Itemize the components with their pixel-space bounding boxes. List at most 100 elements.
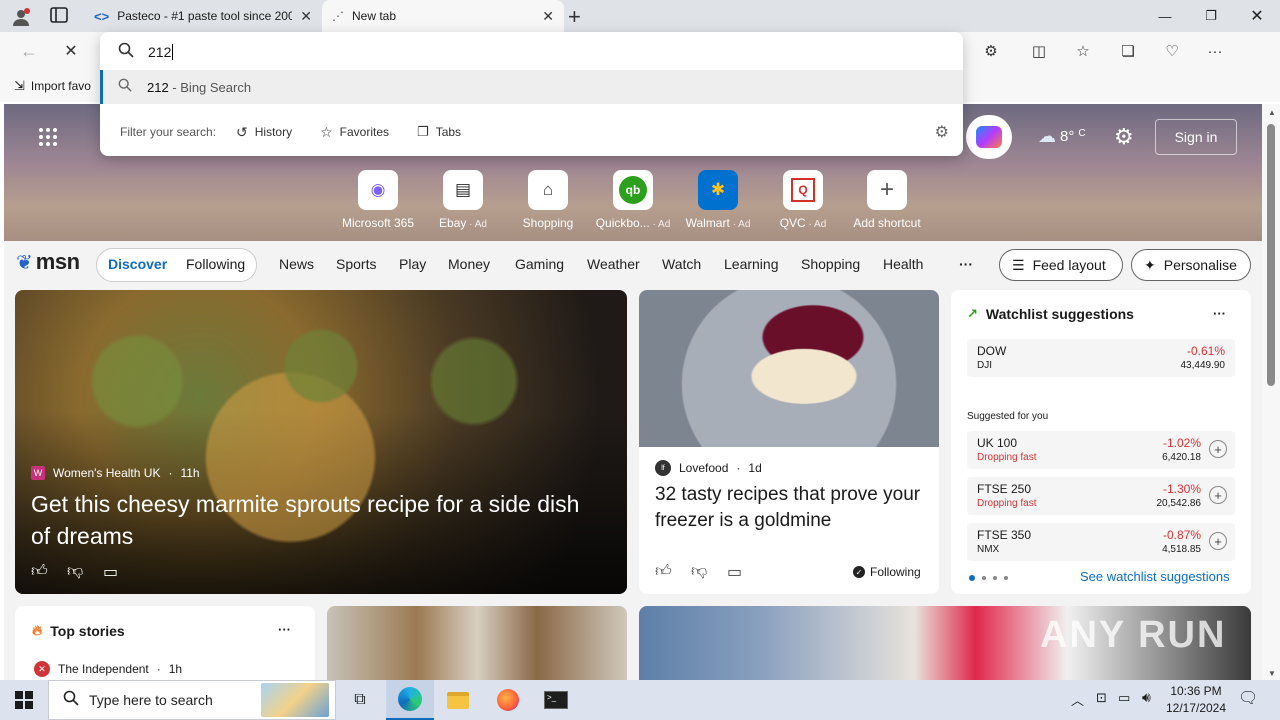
nav-shopping[interactable]: Shopping bbox=[801, 256, 860, 272]
volume-icon[interactable]: 🔊︎ bbox=[1142, 689, 1151, 706]
shortcut-add[interactable]: + Add shortcut bbox=[847, 170, 927, 230]
tab-actions-icon[interactable] bbox=[50, 7, 70, 25]
shortcut-microsoft-365[interactable]: ◉ Microsoft 365 bbox=[338, 170, 418, 230]
split-screen-icon[interactable]: ◫ bbox=[1024, 36, 1054, 66]
taskbar-search-box[interactable]: Type here to search bbox=[48, 680, 336, 720]
following-badge[interactable]: ✓ Following bbox=[853, 565, 921, 579]
top-stories-more-icon[interactable]: ··· bbox=[278, 622, 291, 637]
network-icon[interactable]: ⊡ bbox=[1096, 690, 1107, 706]
watchlist-more-icon[interactable]: ··· bbox=[1213, 306, 1226, 321]
close-tab-icon[interactable]: ✕ bbox=[542, 8, 554, 25]
task-view-icon[interactable]: ⧉ bbox=[336, 680, 384, 720]
see-watchlist-link[interactable]: See watchlist suggestions bbox=[1080, 569, 1230, 584]
tab-discover[interactable]: Discover bbox=[108, 256, 167, 272]
personalise-button[interactable]: ✦ Personalise bbox=[1131, 249, 1251, 281]
second-article-card[interactable]: lf Lovefood · 1d 32 tasty recipes that p… bbox=[639, 290, 939, 594]
start-button[interactable] bbox=[0, 680, 48, 720]
browser-essentials-icon[interactable]: ♡ bbox=[1157, 36, 1187, 66]
address-input[interactable]: 212 bbox=[148, 41, 928, 63]
restore-icon[interactable]: ❐ bbox=[1188, 0, 1234, 32]
page-settings-icon[interactable]: ⚙ bbox=[1114, 124, 1134, 150]
dislike-icon[interactable]: 👎︎ bbox=[67, 562, 83, 581]
shortcut-walmart[interactable]: ✱ Walmart · Ad bbox=[678, 170, 758, 230]
notifications-icon[interactable]: 🗨︎ bbox=[1238, 688, 1258, 708]
carousel-dots[interactable] bbox=[969, 575, 1008, 581]
nav-health[interactable]: Health bbox=[883, 256, 923, 272]
filter-history[interactable]: ↺ History bbox=[236, 124, 292, 141]
stop-icon[interactable]: ✕ bbox=[56, 36, 86, 66]
suggestion-search-icon bbox=[118, 78, 132, 97]
edge-taskbar-icon[interactable] bbox=[386, 680, 434, 720]
tab-new-tab[interactable]: ⋰ New tab ✕ bbox=[322, 0, 564, 32]
add-to-watchlist-icon[interactable]: + bbox=[1209, 532, 1227, 550]
shortcut-quickbooks[interactable]: qb Quickbo... · Ad bbox=[593, 170, 673, 230]
new-tab-icon[interactable]: + bbox=[568, 4, 581, 30]
extensions-icon[interactable]: ⚙ bbox=[976, 36, 1006, 66]
tab-pasteco[interactable]: <> Pasteco - #1 paste tool since 200 ✕ bbox=[84, 0, 322, 32]
msn-logo-text: msn bbox=[35, 249, 80, 274]
watchlist-row-ftse250[interactable]: FTSE 250 Dropping fast -1.30% 20,542.86 … bbox=[967, 477, 1235, 515]
nav-money[interactable]: Money bbox=[448, 256, 490, 272]
watchlist-row-dow[interactable]: DOW DJI -0.61% 43,449.90 bbox=[967, 339, 1235, 377]
main-article-title[interactable]: Get this cheesy marmite sprouts recipe f… bbox=[31, 488, 601, 552]
source-name: Women's Health UK bbox=[53, 466, 161, 480]
close-tab-icon[interactable]: ✕ bbox=[300, 8, 312, 25]
filter-tabs[interactable]: ❐ Tabs bbox=[417, 124, 461, 140]
page-scrollbar[interactable]: ▲ ▼ bbox=[1262, 104, 1280, 680]
nav-more-icon[interactable]: ··· bbox=[959, 256, 973, 272]
tabs-icon: ❐ bbox=[417, 124, 429, 139]
filter-favorites[interactable]: ☆ Favorites bbox=[320, 124, 389, 141]
apps-launcher-icon[interactable] bbox=[38, 127, 58, 147]
shortcut-ebay[interactable]: ▤ Ebay · Ad bbox=[423, 170, 503, 230]
collections-icon[interactable]: ❏ bbox=[1113, 36, 1143, 66]
sign-in-button[interactable]: Sign in bbox=[1155, 119, 1237, 155]
feed-layout-button[interactable]: ☰ Feed layout bbox=[999, 249, 1123, 281]
nav-gaming[interactable]: Gaming bbox=[515, 256, 564, 272]
shortcut-qvc[interactable]: Q QVC · Ad bbox=[763, 170, 843, 230]
suggestion-row[interactable]: 212 - Bing Search bbox=[100, 70, 963, 104]
msn-logo[interactable]: ❦ msn bbox=[16, 249, 80, 275]
terminal-icon[interactable]: >_ bbox=[532, 680, 580, 720]
nav-weather[interactable]: Weather bbox=[587, 256, 640, 272]
second-article-title[interactable]: 32 tasty recipes that prove your freezer… bbox=[655, 482, 925, 534]
comment-icon[interactable]: ▭ bbox=[727, 562, 742, 582]
dislike-icon[interactable]: 👎︎ bbox=[691, 562, 707, 581]
show-hidden-icons[interactable]: ︿ bbox=[1071, 690, 1084, 709]
add-to-watchlist-icon[interactable]: + bbox=[1209, 440, 1227, 458]
like-icon[interactable]: 👍︎ bbox=[31, 562, 48, 581]
firefox-icon[interactable] bbox=[484, 680, 532, 720]
watchlist-title: Watchlist suggestions bbox=[985, 306, 1134, 322]
nav-news[interactable]: News bbox=[279, 256, 314, 272]
watchlist-row-uk100[interactable]: UK 100 Dropping fast -1.02% 6,420.18 + bbox=[967, 431, 1235, 469]
settings-more-icon[interactable]: ··· bbox=[1200, 36, 1230, 66]
close-window-icon[interactable]: ✕ bbox=[1234, 0, 1280, 32]
main-article-card[interactable]: W Women's Health UK · 11h Get this chees… bbox=[15, 290, 627, 594]
pasteco-favicon-icon: <> bbox=[94, 8, 110, 24]
scrollbar-thumb[interactable] bbox=[1267, 124, 1275, 386]
ticker-value: 43,449.90 bbox=[1180, 360, 1226, 371]
like-icon[interactable]: 👍︎ bbox=[655, 562, 672, 581]
file-explorer-icon[interactable] bbox=[434, 680, 482, 720]
weather-widget[interactable]: ☁ 8° C bbox=[1038, 126, 1086, 147]
nav-learning[interactable]: Learning bbox=[724, 256, 779, 272]
clock[interactable]: 10:36 PM 12/17/2024 bbox=[1164, 683, 1228, 717]
favorites-icon[interactable]: ☆ bbox=[1068, 36, 1098, 66]
add-to-watchlist-icon[interactable]: + bbox=[1209, 486, 1227, 504]
import-favorites-button[interactable]: ⇲ Import favo bbox=[14, 78, 91, 94]
personalise-label: Personalise bbox=[1163, 257, 1237, 273]
nav-sports[interactable]: Sports bbox=[336, 256, 376, 272]
tab-following[interactable]: Following bbox=[186, 256, 245, 272]
comment-icon[interactable]: ▭ bbox=[103, 562, 118, 582]
crib-image[interactable] bbox=[327, 606, 627, 680]
filter-settings-icon[interactable]: ⚙ bbox=[935, 122, 949, 142]
copilot-search-icon[interactable] bbox=[966, 115, 1012, 159]
wired-network-icon[interactable]: ▭ bbox=[1118, 690, 1130, 706]
minimize-icon[interactable]: — bbox=[1142, 0, 1188, 32]
nav-play[interactable]: Play bbox=[399, 256, 426, 272]
watchlist-row-ftse350[interactable]: FTSE 350 NMX -0.87% 4,518.85 + bbox=[967, 523, 1235, 561]
back-icon[interactable]: ← bbox=[14, 36, 44, 66]
profile-icon[interactable] bbox=[10, 6, 32, 28]
shortcut-shopping[interactable]: ⌂ Shopping bbox=[508, 170, 588, 230]
following-label: Following bbox=[870, 565, 921, 579]
nav-watch[interactable]: Watch bbox=[662, 256, 701, 272]
